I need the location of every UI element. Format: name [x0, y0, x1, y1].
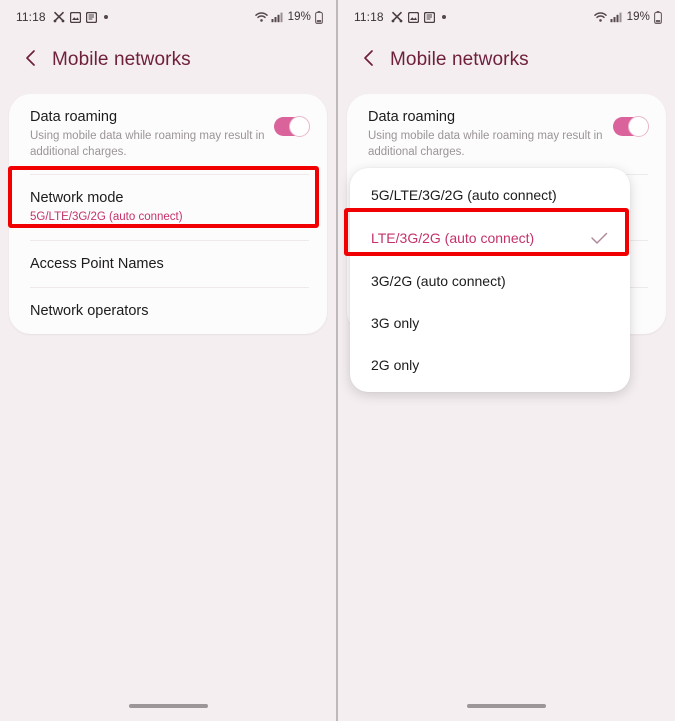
page-title: Mobile networks [390, 49, 529, 70]
data-roaming-toggle[interactable] [274, 115, 310, 137]
app-bar: Mobile networks [0, 34, 336, 86]
dropdown-option-3g-only[interactable]: 3G only [350, 302, 630, 344]
back-button[interactable] [18, 47, 44, 73]
cellular-signal-icon [271, 11, 283, 23]
cellular-signal-icon [610, 11, 622, 23]
data-roaming-toggle[interactable] [613, 115, 649, 137]
back-chevron-icon [361, 49, 377, 72]
dropdown-option-label: 5G/LTE/3G/2G (auto connect) [371, 187, 557, 203]
status-bar-right: 19% [254, 10, 323, 24]
scissors-icon [53, 11, 65, 23]
status-bar-clock: 11:18 [354, 10, 384, 24]
data-roaming-title: Data roaming [368, 109, 456, 125]
dropdown-option-5g-lte-3g-2g[interactable]: 5G/LTE/3G/2G (auto connect) [350, 174, 630, 216]
status-bar-left: 11:18 [354, 10, 446, 24]
back-chevron-icon [23, 49, 39, 72]
status-bar: 11:18 19% [0, 0, 336, 34]
access-point-names-title: Access Point Names [30, 255, 164, 272]
status-bar-right: 19% [593, 10, 662, 24]
document-icon [85, 11, 97, 23]
battery-percent-label: 19% [626, 11, 650, 23]
battery-icon [315, 10, 323, 24]
status-bar-left: 11:18 [16, 10, 108, 24]
dot-icon [103, 15, 108, 19]
data-roaming-subtitle: Using mobile data while roaming may resu… [30, 130, 265, 158]
dot-icon [441, 15, 446, 19]
dropdown-option-label: 2G only [371, 357, 420, 373]
toggle-knob [628, 115, 649, 137]
dropdown-option-lte-3g-2g[interactable]: LTE/3G/2G (auto connect) [350, 216, 630, 260]
access-point-names-row[interactable]: Access Point Names [9, 241, 327, 287]
battery-percent-label: 19% [287, 11, 311, 23]
data-roaming-row[interactable]: Data roaming Using mobile data while roa… [9, 94, 327, 174]
dropdown-option-2g-only[interactable]: 2G only [350, 344, 630, 386]
network-operators-row[interactable]: Network operators [9, 288, 327, 334]
document-icon [423, 11, 435, 23]
right-phone-screen: 11:18 19% Mobile networks Data roaming U… [337, 0, 675, 721]
home-gesture-bar[interactable] [128, 704, 208, 708]
check-icon [588, 227, 610, 249]
wifi-icon [254, 11, 268, 23]
network-mode-title: Network mode [30, 190, 124, 207]
data-roaming-text: Data roaming Using mobile data while roa… [30, 108, 274, 160]
data-roaming-subtitle: Using mobile data while roaming may resu… [368, 130, 603, 158]
gesture-bar-area [0, 691, 336, 721]
dropdown-option-label: 3G only [371, 315, 420, 331]
image-icon [69, 11, 81, 23]
network-mode-value: 5G/LTE/3G/2G (auto connect) [30, 211, 183, 224]
data-roaming-row[interactable]: Data roaming Using mobile data while roa… [347, 94, 666, 174]
wifi-icon [593, 11, 607, 23]
network-operators-title: Network operators [30, 302, 149, 319]
dropdown-option-label: 3G/2G (auto connect) [371, 273, 506, 289]
image-icon [407, 11, 419, 23]
data-roaming-text: Data roaming Using mobile data while roa… [368, 108, 613, 160]
back-button[interactable] [356, 47, 382, 73]
home-gesture-bar[interactable] [467, 704, 546, 708]
network-mode-dropdown: 5G/LTE/3G/2G (auto connect) LTE/3G/2G (a… [350, 168, 630, 392]
toggle-knob [289, 115, 310, 137]
gesture-bar-area [338, 691, 675, 721]
dropdown-option-label: LTE/3G/2G (auto connect) [371, 230, 535, 246]
network-mode-row[interactable]: Network mode 5G/LTE/3G/2G (auto connect) [9, 175, 327, 240]
status-bar: 11:18 19% [338, 0, 675, 34]
app-bar: Mobile networks [338, 34, 675, 86]
status-bar-clock: 11:18 [16, 10, 46, 24]
data-roaming-title: Data roaming [30, 109, 118, 125]
dual-screenshot-stage: 11:18 19% Mobile networks Data roaming U… [0, 0, 675, 721]
page-title: Mobile networks [52, 49, 191, 70]
battery-icon [654, 10, 662, 24]
left-phone-screen: 11:18 19% Mobile networks Data roaming U… [0, 0, 337, 721]
scissors-icon [391, 11, 403, 23]
settings-card: Data roaming Using mobile data while roa… [9, 94, 327, 335]
dropdown-option-3g-2g[interactable]: 3G/2G (auto connect) [350, 260, 630, 302]
